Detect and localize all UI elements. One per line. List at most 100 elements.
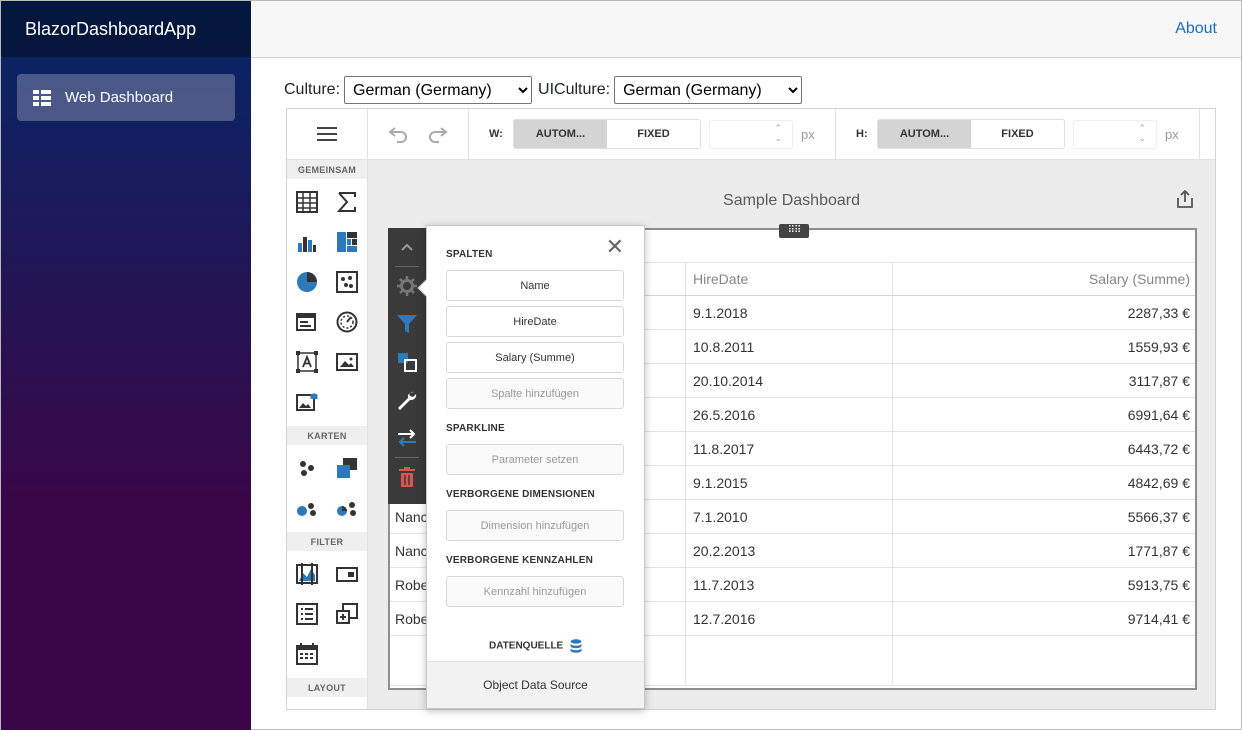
gear-icon <box>397 276 417 296</box>
height-auto-button[interactable]: AUTOM... <box>878 120 971 148</box>
image-tool[interactable] <box>327 344 367 380</box>
table-cell: 9714,41 € <box>1127 610 1190 627</box>
scatter-tool[interactable] <box>327 264 367 300</box>
table-cell: 5566,37 € <box>1127 508 1190 525</box>
app-window: BlazorDashboardApp Web Dashboard About C… <box>0 0 1242 730</box>
pivot-tool[interactable] <box>327 184 367 220</box>
treemap-icon <box>337 232 357 252</box>
bar-chart-icon <box>298 237 316 252</box>
tab-container-tool[interactable] <box>327 702 367 710</box>
column-header[interactable]: HireDate <box>686 263 893 295</box>
width-auto-button[interactable]: AUTOM... <box>514 120 607 148</box>
cards-icon <box>296 313 316 331</box>
datasource-button[interactable]: Object Data Source <box>427 661 644 708</box>
column-header[interactable]: Salary (Summe) <box>893 263 1195 295</box>
geo-point-map-tool[interactable] <box>287 450 327 486</box>
column-salary-button[interactable]: Salary (Summe) <box>446 342 624 373</box>
table-cell: 10.8.2011 <box>686 330 893 363</box>
grid-item-tool[interactable] <box>287 184 327 220</box>
table-cell: 6991,64 € <box>1127 406 1190 423</box>
add-column-button[interactable]: Spalte hinzufügen <box>446 378 624 409</box>
chart-tool[interactable] <box>287 224 327 260</box>
width-unit: px <box>801 127 815 142</box>
top-row: About <box>251 1 1241 58</box>
close-icon[interactable]: ✕ <box>606 236 624 258</box>
column-name-button[interactable]: Name <box>446 270 624 301</box>
width-fixed-button[interactable]: FIXED <box>607 120 700 148</box>
drag-handle-icon[interactable]: ⠿⠿ <box>779 224 809 238</box>
bound-image-tool[interactable] <box>287 384 327 420</box>
export-icon[interactable] <box>1177 190 1193 208</box>
treemap-tool[interactable] <box>327 224 367 260</box>
range-filter-icon <box>296 563 318 585</box>
choropleth-icon <box>337 458 357 478</box>
undo-icon[interactable] <box>388 126 408 143</box>
redo-icon[interactable] <box>428 126 448 143</box>
convert-button[interactable] <box>388 419 426 457</box>
height-mode-switch: AUTOM... FIXED <box>877 119 1065 149</box>
culture-select[interactable]: German (Germany) <box>344 76 533 104</box>
width-input[interactable] <box>709 120 793 149</box>
height-label: H: <box>856 128 868 140</box>
sidebar-item-label: Web Dashboard <box>65 89 174 106</box>
sidebar: BlazorDashboardApp Web Dashboard <box>1 1 251 730</box>
choropleth-map-tool[interactable] <box>327 450 367 486</box>
app-brand[interactable]: BlazorDashboardApp <box>1 1 251 57</box>
filter-button[interactable] <box>388 305 426 343</box>
interactivity-button[interactable] <box>388 343 426 381</box>
table-cell: 7.1.2010 <box>686 500 893 533</box>
interactivity-icon <box>398 353 417 372</box>
height-input[interactable] <box>1073 120 1157 149</box>
about-link[interactable]: About <box>1175 20 1217 38</box>
toolbar-divider <box>1199 109 1200 160</box>
collapse-button[interactable] <box>388 228 426 266</box>
toolbox-group-common: GEMEINSAM <box>287 160 367 179</box>
text-box-icon <box>296 351 318 373</box>
table-cell: 11.8.2017 <box>686 432 893 465</box>
cards-tool[interactable] <box>287 304 327 340</box>
chevron-up-icon <box>401 243 413 251</box>
text-box-tool[interactable] <box>287 344 327 380</box>
sparkline-section-title: SPARKLINE <box>446 423 505 434</box>
table-cell: 3117,87 € <box>1128 372 1190 389</box>
date-filter-tool[interactable] <box>287 636 327 672</box>
combo-box-tool[interactable] <box>327 556 367 592</box>
convert-icon <box>398 429 416 447</box>
dashboard-title: Sample Dashboard <box>723 192 860 209</box>
app-title[interactable]: BlazorDashboardApp <box>25 19 196 40</box>
width-mode-switch: AUTOM... FIXED <box>513 119 701 149</box>
table-cell: 12.7.2016 <box>686 602 893 635</box>
sidebar-item-web-dashboard[interactable]: Web Dashboard <box>17 74 235 121</box>
culture-label: Culture: <box>284 81 341 98</box>
pie-tool[interactable] <box>287 264 327 300</box>
toolbox-group-maps: KARTEN <box>287 426 367 445</box>
menu-button[interactable] <box>287 109 367 160</box>
designer-toolbar: W: AUTOM... FIXED px H: AUTOM... FIXED p… <box>368 109 1215 160</box>
group-tool[interactable] <box>287 702 327 710</box>
column-hiredate-button[interactable]: HireDate <box>446 306 624 337</box>
add-dimension-button[interactable]: Dimension hinzufügen <box>446 510 624 541</box>
set-parameter-button[interactable]: Parameter setzen <box>446 444 624 475</box>
add-measure-button[interactable]: Kennzahl hinzufügen <box>446 576 624 607</box>
list-box-tool[interactable] <box>287 596 327 632</box>
group-icon <box>296 709 318 710</box>
range-filter-tool[interactable] <box>287 556 327 592</box>
height-fixed-button[interactable]: FIXED <box>971 120 1064 148</box>
undo-redo-group <box>368 109 469 160</box>
height-unit: px <box>1165 127 1179 142</box>
tree-view-tool[interactable] <box>327 596 367 632</box>
table-cell: 1771,87 € <box>1127 542 1190 559</box>
uiculture-select[interactable]: German (Germany) <box>614 76 803 104</box>
toolbar-divider <box>835 109 836 160</box>
bubble-map-tool[interactable] <box>287 490 327 526</box>
pie-chart-icon <box>297 272 317 292</box>
list-box-icon <box>296 603 318 625</box>
pie-map-tool[interactable] <box>327 490 367 526</box>
datasource-title: DATENQUELLE <box>488 640 564 652</box>
combo-box-icon <box>336 567 358 582</box>
delete-button[interactable] <box>388 458 426 496</box>
gauge-tool[interactable] <box>327 304 367 340</box>
table-cell: 26.5.2016 <box>686 398 893 431</box>
tab-container-icon <box>336 709 358 710</box>
settings-button[interactable] <box>388 381 426 419</box>
